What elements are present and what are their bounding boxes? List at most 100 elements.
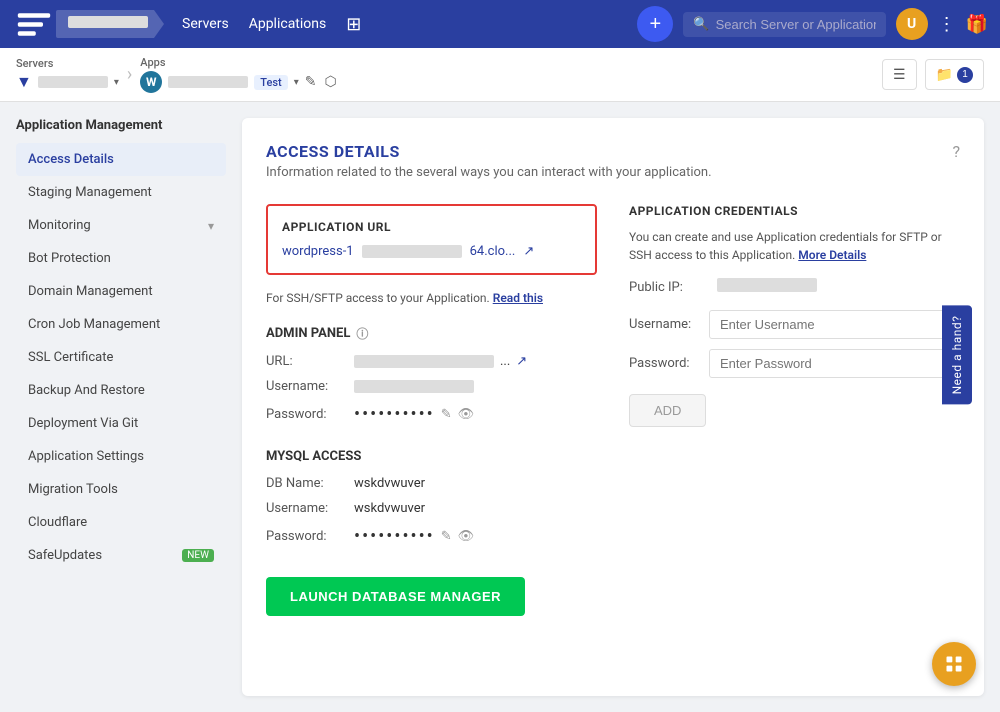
sidebar-item-cron-job-management[interactable]: Cron Job Management [16,308,226,341]
admin-url-external-icon[interactable]: ↗ [516,354,527,369]
more-details-link[interactable]: More Details [798,248,866,262]
sub-nav-right-actions: ☰ 📁 1 [882,59,984,90]
nav-grid-icon[interactable]: ⊞ [346,14,361,35]
admin-username-blurred [354,380,474,393]
server-dropdown-icon[interactable]: ▾ [114,77,119,88]
app-selector[interactable]: W Test ▾ ✎ ⬡ [140,71,336,93]
mysql-password-dots: •••••••••• [354,526,435,547]
servers-label: Servers [16,57,119,70]
fab-button[interactable] [932,642,976,686]
sidebar-item-label: Deployment Via Git [28,416,138,431]
mysql-dbname-label: DB Name: [266,476,346,491]
servers-section: Servers ▼ ▾ [16,57,119,92]
sidebar-item-label: Domain Management [28,284,153,299]
right-column: APPLICATION CREDENTIALS You can create a… [629,204,960,616]
credentials-username-input[interactable] [709,310,960,339]
url-middle-blurred [362,245,462,258]
search-bar[interactable]: 🔍 [683,12,885,37]
app-url-title: APPLICATION URL [282,220,581,234]
show-mysql-password-icon[interactable]: 👁 [458,529,475,544]
credentials-password-label: Password: [629,356,701,371]
sidebar-item-application-settings[interactable]: Application Settings [16,440,226,473]
admin-password-icons: ✎ 👁 [441,407,474,422]
admin-username-label: Username: [266,379,346,394]
sidebar-item-label: Bot Protection [28,251,111,266]
apps-label: Apps [140,56,336,69]
section-description: Information related to the several ways … [266,165,960,180]
sidebar-item-cloudflare[interactable]: Cloudflare [16,506,226,539]
admin-password-dots: •••••••••• [354,404,435,425]
launch-database-manager-button[interactable]: LAUNCH DATABASE MANAGER [266,577,525,616]
credentials-password-row: Password: [629,349,960,378]
nav-links: Servers Applications ⊞ [182,14,361,35]
admin-url-label: URL: [266,354,346,369]
edit-password-icon[interactable]: ✎ [441,407,452,422]
mysql-password-icons: ✎ 👁 [441,529,474,544]
sidebar-item-bot-protection[interactable]: Bot Protection [16,242,226,275]
admin-username-row: Username: [266,379,597,394]
sidebar-item-label: Access Details [28,152,114,167]
sidebar-item-migration-tools[interactable]: Migration Tools [16,473,226,506]
app-url-value: wordpress-1 64.clo... ↗ [282,244,581,259]
breadcrumb-server[interactable] [56,10,164,38]
nav-servers-link[interactable]: Servers [182,16,229,32]
edit-icon[interactable]: ✎ [305,74,317,90]
url-suffix: 64.clo... [470,244,516,259]
url-external-link-icon[interactable]: ↗ [523,244,534,259]
mysql-title: MYSQL ACCESS [266,449,597,464]
files-button[interactable]: 📁 1 [925,59,984,90]
mysql-access-section: MYSQL ACCESS DB Name: wskdvwuver Usernam… [266,449,597,547]
app-dropdown-icon[interactable]: ▾ [294,77,299,88]
public-ip-blurred [717,278,817,292]
app-action-icons: ✎ ⬡ [305,74,337,90]
avatar[interactable]: U [896,8,928,40]
mysql-password-label: Password: [266,529,346,544]
edit-mysql-password-icon[interactable]: ✎ [441,529,452,544]
nav-applications-link[interactable]: Applications [249,16,327,32]
admin-password-row: Password: •••••••••• ✎ 👁 [266,404,597,425]
top-navigation: Servers Applications ⊞ + 🔍 U ⋮ 🎁 [0,0,1000,48]
vultr-icon: ▼ [16,72,32,92]
server-selector[interactable]: ▼ ▾ [16,72,119,92]
read-this-link[interactable]: Read this [493,291,543,305]
admin-url-value: ... ↗ [354,354,527,369]
gift-icon[interactable]: 🎁 [966,14,988,35]
more-options-icon[interactable]: ⋮ [938,14,956,35]
admin-password-value: •••••••••• ✎ 👁 [354,404,474,425]
sidebar-item-deployment-via-git[interactable]: Deployment Via Git [16,407,226,440]
add-credentials-button[interactable]: ADD [629,394,706,427]
sidebar-item-safeupdates[interactable]: SafeUpdates NEW [16,539,226,572]
admin-url-truncated: ... [500,354,510,369]
public-ip-label: Public IP: [629,280,709,295]
left-column: APPLICATION URL wordpress-1 64.clo... ↗ … [266,204,597,616]
sidebar-item-access-details[interactable]: Access Details [16,143,226,176]
search-icon: 🔍 [693,17,709,32]
sidebar-item-label: SafeUpdates [28,548,102,563]
admin-username-value [354,380,474,393]
sidebar-item-label: Application Settings [28,449,144,464]
app-tag: Test [254,75,287,90]
show-password-icon[interactable]: 👁 [458,407,475,422]
sidebar-item-staging-management[interactable]: Staging Management [16,176,226,209]
list-view-button[interactable]: ☰ [882,59,917,90]
search-input[interactable] [716,17,876,32]
sidebar-item-monitoring[interactable]: Monitoring ▾ [16,209,226,242]
sidebar-item-ssl-certificate[interactable]: SSL Certificate [16,341,226,374]
need-a-hand-panel[interactable]: Need a hand? [942,306,1000,405]
help-icon[interactable]: ? [952,142,960,161]
public-ip-value [717,278,817,296]
sidebar-item-domain-management[interactable]: Domain Management [16,275,226,308]
wordpress-icon: W [140,71,162,93]
mysql-username-row: Username: wskdvwuver [266,501,597,516]
sidebar: Application Management Access Details St… [16,118,226,696]
credentials-password-input[interactable] [709,349,960,378]
add-button[interactable]: + [637,6,673,42]
sidebar-item-backup-and-restore[interactable]: Backup And Restore [16,374,226,407]
logo[interactable] [12,2,56,46]
admin-panel-info-icon[interactable]: ⓘ [356,325,368,342]
admin-url-row: URL: ... ↗ [266,354,597,369]
need-a-hand-label[interactable]: Need a hand? [942,306,972,405]
external-link-icon[interactable]: ⬡ [324,74,336,90]
admin-panel-section: ADMIN PANEL ⓘ URL: ... ↗ Username: [266,325,597,425]
page-content: ? ACCESS DETAILS Information related to … [242,118,984,696]
